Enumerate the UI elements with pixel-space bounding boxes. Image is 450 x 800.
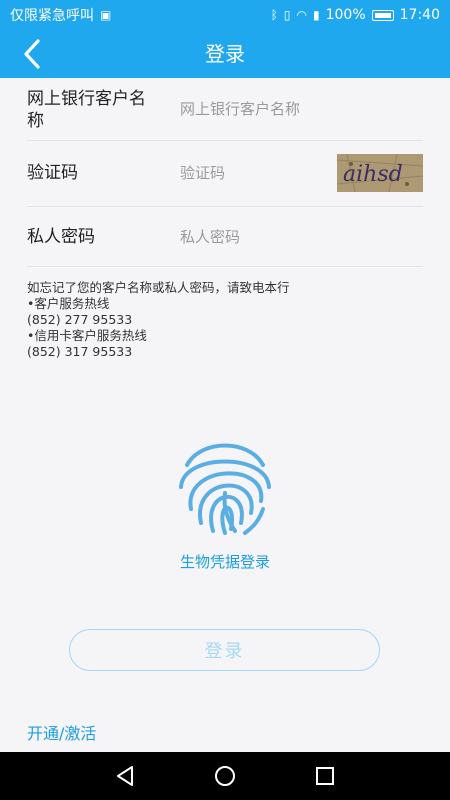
bluetooth-icon: ᛒ — [270, 8, 278, 22]
password-input[interactable] — [180, 226, 410, 248]
captcha-image[interactable]: aihsd — [337, 154, 423, 192]
captcha-row: 验证码 aihsd — [27, 140, 423, 207]
vibrate-icon: ▯ — [283, 8, 291, 22]
forgot-credentials-hint: 如忘记了您的客户名称或私人密码，请致电本行 •客户服务热线 (852) 277 … — [27, 280, 427, 360]
captcha-input[interactable] — [180, 162, 320, 184]
clock-time: 17:40 — [399, 7, 440, 23]
sim-icon: ▮ — [313, 8, 320, 22]
captcha-text: aihsd — [343, 162, 403, 187]
battery-percent: 100% — [325, 7, 366, 23]
page-title: 登录 — [205, 42, 245, 66]
biometric-login-link[interactable]: 生物凭据登录 — [0, 551, 450, 572]
sysnav-recents-icon[interactable] — [313, 764, 337, 788]
hint-line-1: 如忘记了您的客户名称或私人密码，请致电本行 — [27, 280, 290, 295]
hint-line-2: •客户服务热线 — [27, 296, 110, 311]
system-nav-bar — [0, 752, 450, 800]
wifi-icon: ◠ — [296, 8, 307, 22]
hint-line-4: •信用卡客户服务热线 — [27, 328, 147, 343]
password-label: 私人密码 — [27, 227, 95, 247]
photo-icon: ▣ — [100, 8, 112, 22]
hint-phone-2: (852) 317 95533 — [27, 344, 133, 359]
hint-phone-1: (852) 277 95533 — [27, 312, 133, 327]
captcha-label: 验证码 — [27, 163, 78, 183]
fingerprint-icon[interactable] — [173, 435, 277, 539]
status-right: ᛒ ▯ ◠ ▮ 100% 17:40 — [271, 7, 440, 23]
back-button[interactable] — [18, 38, 50, 70]
status-left: 仅限紧急呼叫 ▣ — [10, 5, 111, 25]
activate-link[interactable]: 开通/激活 — [27, 720, 96, 744]
login-button[interactable]: 登录 — [69, 629, 380, 671]
carrier-text: 仅限紧急呼叫 — [10, 8, 94, 24]
customer-name-label: 网上银行客户名称 — [27, 89, 146, 131]
password-row: 私人密码 — [27, 206, 423, 267]
status-bar: 仅限紧急呼叫 ▣ ᛒ ▯ ◠ ▮ 100% 17:40 — [0, 0, 450, 30]
battery-icon — [371, 9, 394, 21]
back-arrow-icon — [24, 39, 40, 69]
top-navbar: 登录 — [0, 30, 450, 78]
customer-name-input[interactable] — [180, 98, 410, 120]
sysnav-home-icon[interactable] — [213, 764, 237, 788]
customer-name-row: 网上银行客户名称 — [27, 78, 423, 141]
sysnav-back-icon[interactable] — [113, 764, 137, 788]
